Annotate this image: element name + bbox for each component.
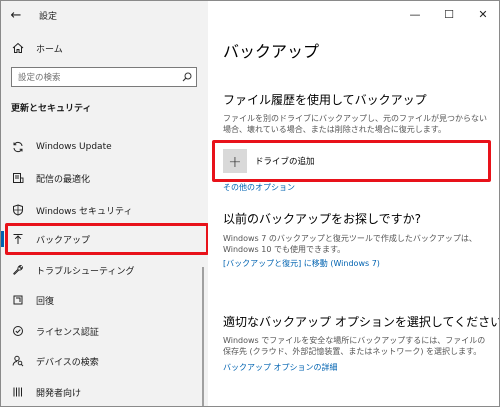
selection-indicator	[1, 231, 4, 247]
sidebar-item-activation[interactable]: ライセンス認証	[1, 320, 208, 342]
nav-item-label: 開発者向け	[36, 388, 82, 399]
nav-home-label: ホーム	[36, 44, 63, 55]
older-backup-description: Windows 7 のバックアップと復元ツールで作成したバックアップは、Wind…	[223, 234, 477, 254]
older-backup-heading: 以前のバックアップをお探しですか?	[223, 212, 422, 226]
nav-scrollbar[interactable]	[202, 267, 204, 406]
options-heading: 適切なバックアップ オプションを選択してください	[223, 315, 500, 329]
home-icon	[11, 41, 25, 55]
sidebar-item-developer[interactable]: 開発者向け	[1, 381, 208, 403]
nav-item-label: デバイスの検索	[36, 357, 99, 368]
sidebar-item-recovery[interactable]: 回復	[1, 289, 208, 311]
highlight-box-backup	[5, 223, 209, 255]
close-button[interactable]: ✕	[466, 1, 499, 27]
minimize-button[interactable]: —	[398, 1, 432, 27]
nav-item-label: 配信の最適化	[36, 174, 91, 185]
file-history-heading: ファイル履歴を使用してバックアップ	[223, 93, 427, 107]
check-circle-icon	[11, 324, 25, 338]
back-arrow-icon[interactable]: ←	[1, 1, 31, 29]
search-icon[interactable]	[178, 72, 196, 82]
nav-home[interactable]: ホーム	[1, 37, 208, 59]
navigation-pane: ← 設定 ホーム 設定の検索 更新とセキュリティ Windows Update	[1, 1, 209, 406]
options-description: Windows でファイルを安全な場所にバックアップするには、ファイルの保存先 …	[223, 336, 486, 356]
page-title: バックアップ	[223, 42, 320, 61]
backup-restore-link[interactable]: [バックアップと復元] に移動 (Windows 7)	[223, 258, 380, 269]
nav-item-label: トラブルシューティング	[36, 266, 135, 277]
sidebar-item-find-device[interactable]: デバイスの検索	[1, 350, 208, 372]
highlight-box-add-drive	[212, 140, 491, 182]
options-details-link[interactable]: バックアップ オプションの詳細	[223, 362, 338, 373]
search-placeholder: 設定の検索	[18, 73, 61, 83]
delivery-optimization-icon	[11, 171, 25, 185]
nav-item-label: ライセンス認証	[36, 327, 99, 338]
content-pane: — ☐ ✕ バックアップ ファイル履歴を使用してバックアップ ファイルを別のドラ…	[208, 1, 500, 406]
sidebar-item-windows-security[interactable]: Windows セキュリティ	[1, 199, 208, 221]
sidebar-item-windows-update[interactable]: Windows Update	[1, 136, 208, 158]
section-title: 更新とセキュリティ	[11, 104, 92, 114]
sidebar-item-delivery-optimization[interactable]: 配信の最適化	[1, 167, 208, 189]
nav-item-label: Windows セキュリティ	[36, 206, 133, 217]
app-title: 設定	[39, 11, 58, 22]
recovery-icon	[11, 293, 25, 307]
sidebar-item-troubleshoot[interactable]: トラブルシューティング	[1, 259, 208, 281]
nav-item-label: 回復	[36, 296, 55, 307]
person-search-icon	[11, 354, 25, 368]
maximize-button[interactable]: ☐	[432, 1, 466, 27]
wrench-icon	[11, 263, 25, 277]
settings-window: ← 設定 ホーム 設定の検索 更新とセキュリティ Windows Update	[0, 0, 500, 407]
file-history-description: ファイルを別のドライブにバックアップし、元のファイルが見つからない場合、壊れてい…	[223, 114, 487, 134]
nav-item-label: Windows Update	[36, 142, 112, 152]
title-bar: ← 設定	[1, 1, 208, 29]
more-options-link[interactable]: その他のオプション	[223, 182, 295, 193]
sync-icon	[11, 140, 25, 154]
search-input[interactable]: 設定の検索	[11, 67, 197, 87]
shield-icon	[11, 203, 25, 217]
developer-icon	[11, 385, 25, 399]
